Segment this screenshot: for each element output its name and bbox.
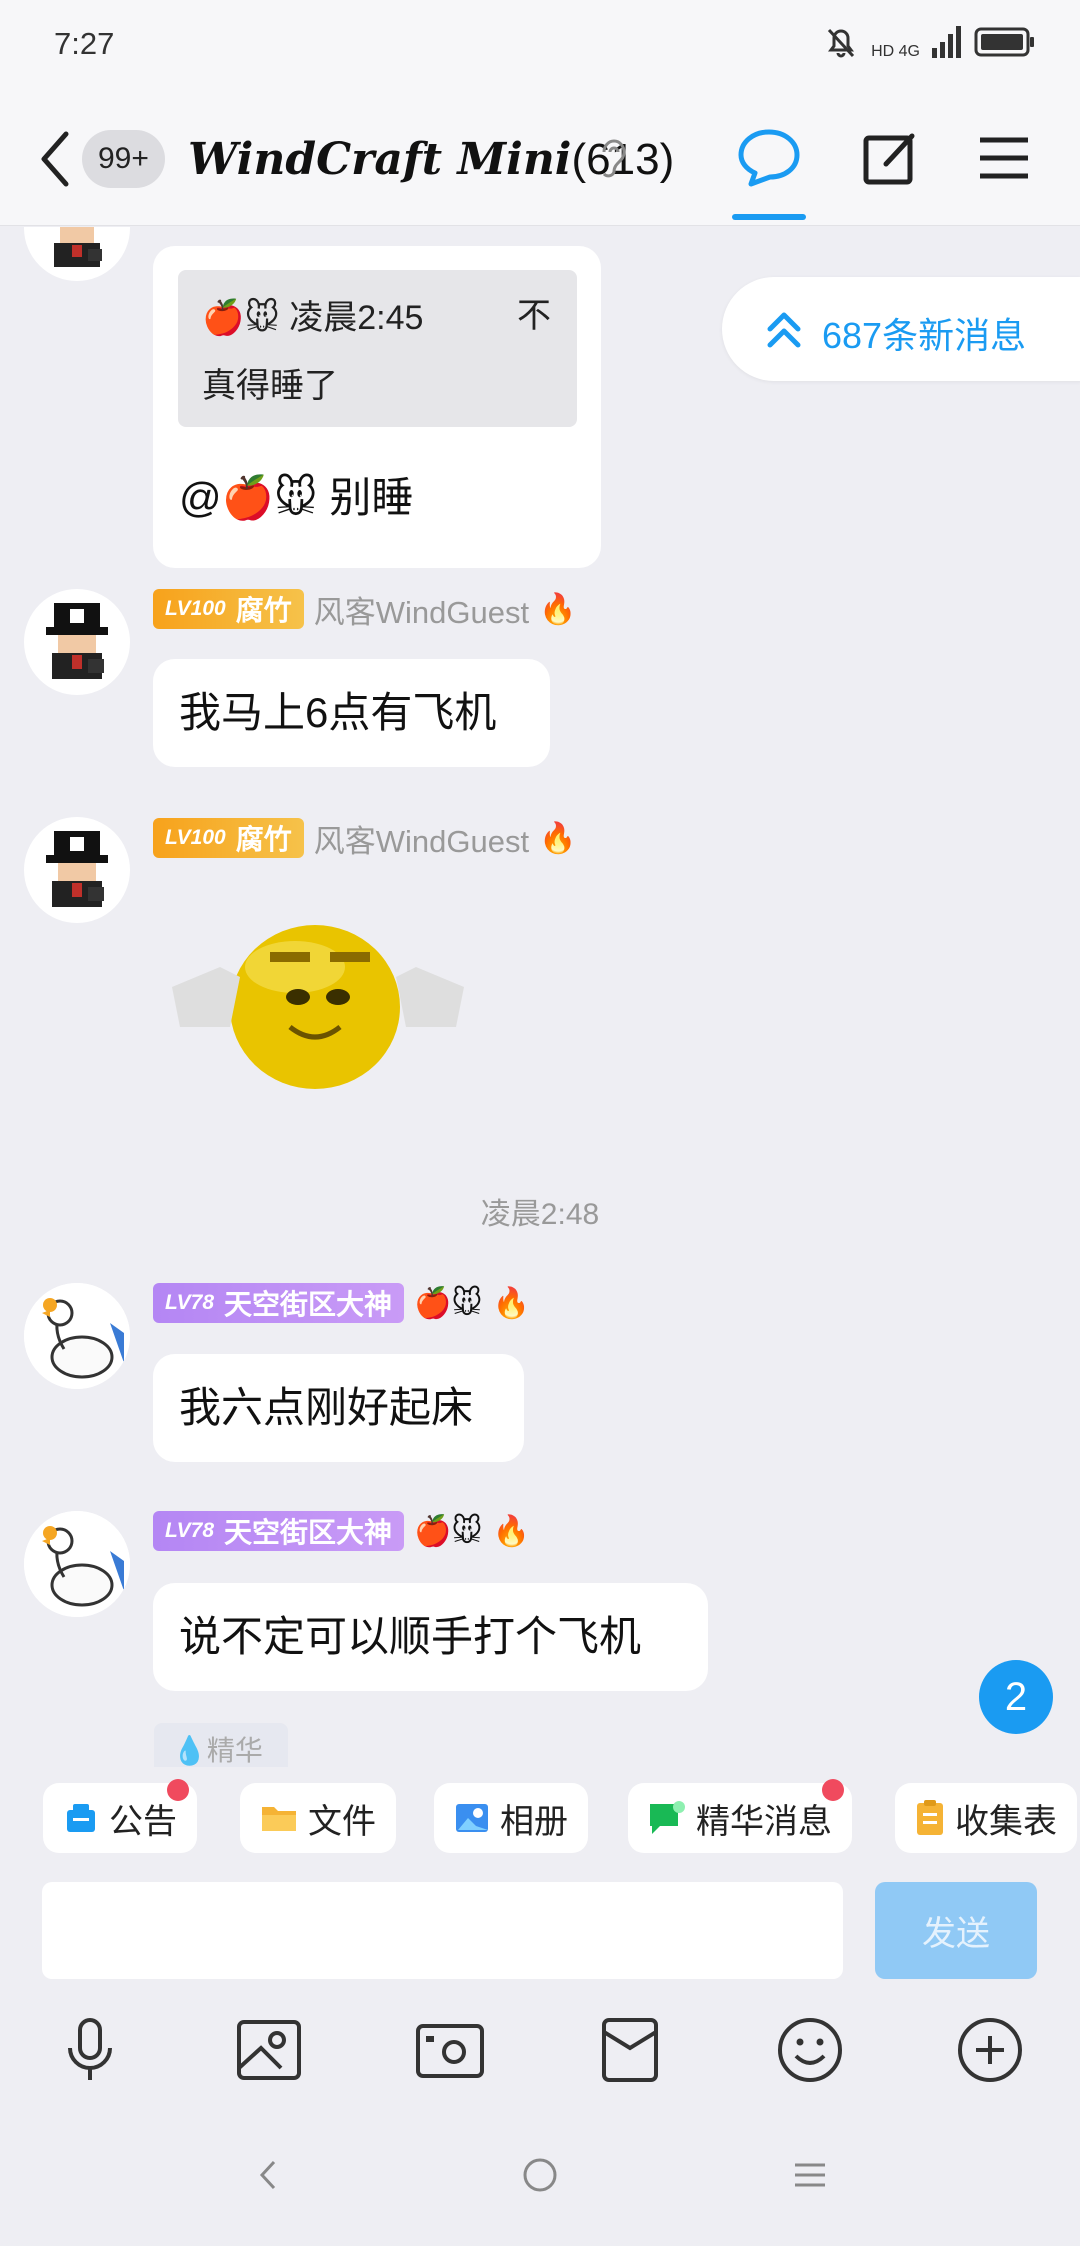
nav-home-icon[interactable] [515, 2150, 565, 2200]
avatar[interactable] [24, 1283, 130, 1389]
camera-icon[interactable] [412, 2012, 488, 2088]
shortcut-album[interactable]: 相册 [434, 1783, 588, 1853]
fire-badge-icon: 🔥 [539, 592, 577, 626]
signal-icon [932, 26, 961, 58]
message-bubble[interactable]: 🍎🐭 凌晨2:45 不 真得睡了 @🍎🐭 别睡 [153, 246, 601, 568]
plus-icon[interactable] [952, 2012, 1028, 2088]
sender-nickname[interactable]: 风客WindGuest [314, 587, 529, 632]
announcement-icon [67, 1804, 95, 1832]
avatar[interactable] [24, 817, 130, 923]
unread-badge[interactable]: 99+ [82, 130, 165, 188]
input-toolbar [0, 2000, 1080, 2100]
album-icon [456, 1804, 488, 1832]
message-bubble[interactable]: 我六点刚好起床 [153, 1354, 524, 1462]
quote-more-text: 不 [517, 297, 551, 335]
ear-icon[interactable] [598, 136, 628, 182]
new-messages-button[interactable]: 687条新消息 [722, 277, 1080, 381]
shortcut-form[interactable]: 收集表 [895, 1783, 1077, 1853]
message-text: 说不定可以顺手打个飞机 [179, 1613, 642, 1660]
mute-bell-icon [827, 28, 855, 58]
red-packet-icon[interactable] [592, 2012, 668, 2088]
network-label: HD 4G [871, 43, 920, 60]
avatar[interactable] [24, 1511, 130, 1617]
sender-nickname[interactable]: 风客WindGuest [314, 816, 529, 861]
fire-badge-icon: 🔥 [492, 1286, 531, 1320]
unread-count-bubble[interactable]: 2 [979, 1660, 1053, 1734]
double-chevron-up-icon [767, 312, 801, 348]
microphone-icon[interactable] [52, 2012, 128, 2088]
message-bubble[interactable]: 我马上6点有飞机 [153, 659, 550, 767]
active-tab-indicator [732, 214, 806, 220]
message-text: 我六点刚好起床 [179, 1384, 474, 1431]
message-bubble[interactable]: 说不定可以顺手打个飞机 [153, 1583, 708, 1691]
quote-sender-time: 🍎🐭 凌晨2:45 [202, 299, 424, 337]
status-time: 7:27 [54, 26, 115, 61]
time-separator: 凌晨2:48 [480, 1198, 600, 1231]
form-icon [917, 1800, 943, 1835]
compose-row: 发送 [0, 1875, 1080, 1991]
avatar[interactable] [24, 589, 130, 695]
essence-chip[interactable]: 💧精华 [154, 1723, 288, 1767]
level-tag: LV78 天空街区大神 [153, 1511, 405, 1551]
message-text: 我马上6点有飞机 [179, 689, 497, 736]
quoted-message[interactable]: 🍎🐭 凌晨2:45 不 真得睡了 [178, 270, 577, 427]
menu-icon[interactable] [972, 126, 1036, 190]
message-input[interactable] [42, 1882, 843, 1979]
level-tag: LV78 天空街区大神 [153, 1283, 405, 1323]
new-messages-label: 687条新消息 [822, 315, 1027, 356]
shortcut-announcement[interactable]: 公告 [43, 1779, 197, 1853]
sender-nickname[interactable]: 🍎🐭 [414, 1286, 483, 1321]
sender-info: LV78 天空街区大神 🍎🐭 🔥 [153, 1509, 530, 1553]
sender-info: LV78 天空街区大神 🍎🐭 🔥 [153, 1281, 530, 1325]
chat-bubble-icon[interactable] [737, 126, 801, 190]
message-list[interactable]: 🍎🐭 凌晨2:45 不 真得睡了 @🍎🐭 别睡 687条新消息 LV100 腐竹 … [0, 227, 1080, 1767]
battery-icon [974, 27, 1034, 57]
image-icon[interactable] [231, 2012, 307, 2088]
nav-back-icon[interactable] [244, 2150, 294, 2200]
level-tag: LV100 腐竹 [153, 589, 304, 629]
message-text: @🍎🐭 别睡 [179, 474, 414, 521]
shortcut-bar[interactable]: 公告 文件 相册 精华消息 收集表 [0, 1767, 1080, 1875]
group-name: WindCraft Mini [188, 134, 572, 185]
shortcut-files[interactable]: 文件 [240, 1783, 396, 1853]
level-tag: LV100 腐竹 [153, 818, 304, 858]
shortcut-essence[interactable]: 精华消息 [628, 1779, 852, 1853]
notification-dot [822, 1779, 844, 1801]
notification-dot [167, 1779, 189, 1801]
emoji-icon[interactable] [772, 2012, 848, 2088]
nav-menu-icon[interactable] [785, 2150, 835, 2200]
send-button[interactable]: 发送 [875, 1882, 1037, 1979]
folder-icon [262, 1807, 296, 1831]
system-navigation-bar [0, 2120, 1080, 2220]
essence-icon [650, 1801, 685, 1834]
back-arrow-icon[interactable] [36, 128, 76, 190]
sender-nickname[interactable]: 🍎🐭 [414, 1514, 483, 1549]
sender-info: LV100 腐竹 风客WindGuest 🔥 [153, 587, 576, 631]
quote-text: 真得睡了 [202, 367, 338, 405]
fire-badge-icon: 🔥 [539, 821, 577, 855]
smiling-hands-emoji-sticker[interactable] [170, 897, 466, 1107]
chat-header: 99+ WindCraft Mini(613) [0, 92, 1080, 226]
sender-info: LV100 腐竹 风客WindGuest 🔥 [153, 816, 576, 860]
edit-icon[interactable] [858, 126, 922, 190]
avatar[interactable] [24, 227, 130, 281]
status-icons: HD 4G [821, 22, 1036, 62]
status-bar: 7:27 HD 4G [0, 0, 1080, 92]
fire-badge-icon: 🔥 [492, 1514, 531, 1548]
